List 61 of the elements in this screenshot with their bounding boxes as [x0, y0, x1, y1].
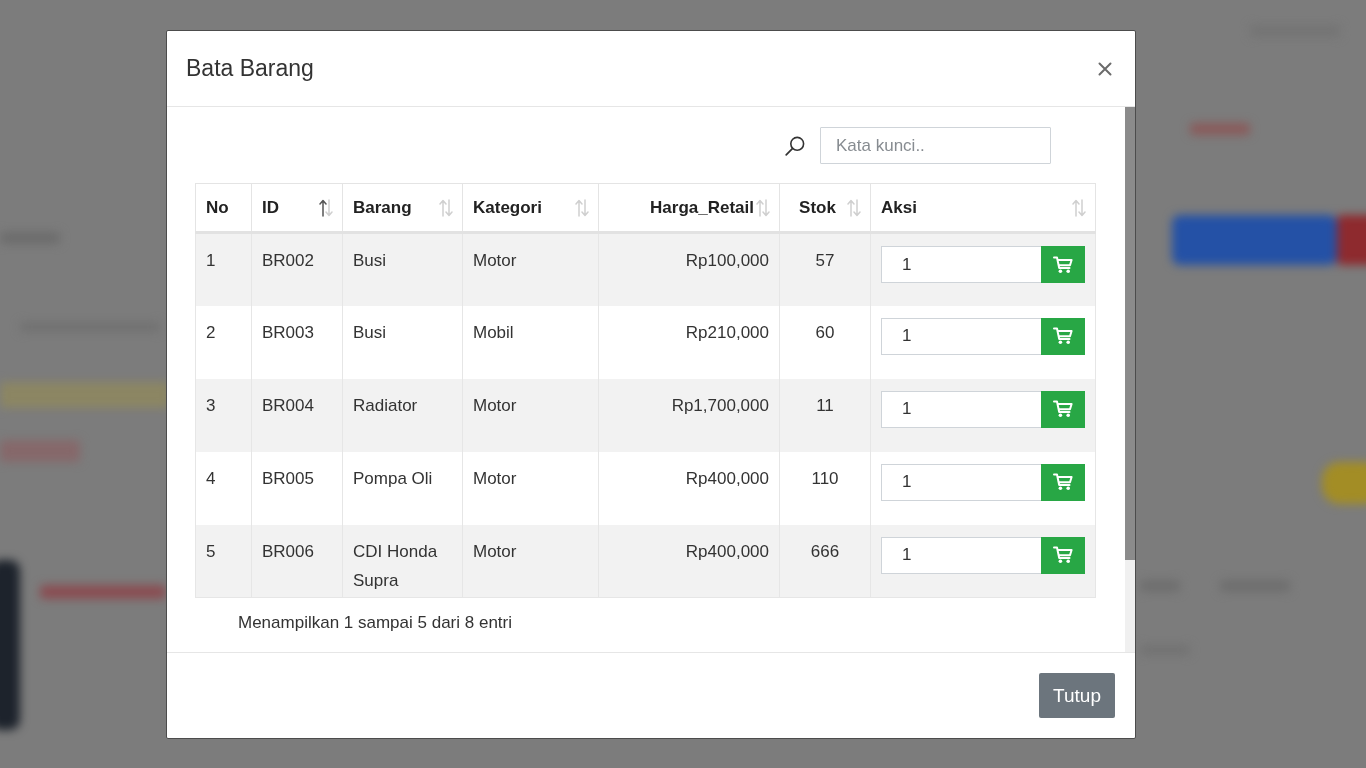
table-cell: Rp1,700,000 — [598, 378, 780, 452]
table-cell: 57 — [779, 232, 871, 306]
add-to-cart-button[interactable] — [1041, 317, 1085, 355]
add-to-cart-button[interactable] — [1041, 390, 1085, 428]
table-cell: Pompa Oli — [342, 451, 463, 525]
table-cell: 1 — [195, 232, 252, 306]
table-cell: Rp100,000 — [598, 232, 780, 306]
table-cell: Rp400,000 — [598, 524, 780, 598]
quantity-field[interactable]: 1 — [881, 463, 1041, 501]
table-cell: 11 — [779, 378, 871, 452]
table-cell: 60 — [779, 305, 871, 379]
quantity-field[interactable]: 1 — [881, 536, 1041, 574]
table-cell: CDI Honda Supra — [342, 524, 463, 598]
table-cell: 5 — [195, 524, 252, 598]
table-cell: Mobil — [462, 305, 599, 379]
dismiss-button[interactable]: Tutup — [1039, 673, 1115, 718]
column-header: No — [195, 183, 252, 233]
table-cell: 4 — [195, 451, 252, 525]
quantity-field[interactable]: 1 — [881, 317, 1041, 355]
search-icon — [785, 135, 805, 156]
table-cell: BR005 — [251, 451, 343, 525]
table-cell: 110 — [779, 451, 871, 525]
close-icon — [1098, 61, 1112, 76]
column-header[interactable]: Aksi — [870, 183, 1096, 233]
add-to-cart-button[interactable] — [1041, 463, 1085, 501]
cart-icon — [1053, 255, 1073, 274]
cart-icon — [1053, 473, 1073, 491]
table-cell: Motor — [462, 232, 599, 306]
column-header[interactable]: ID — [251, 183, 343, 233]
table-cell: BR006 — [251, 524, 343, 598]
table-cell: 3 — [195, 378, 252, 452]
add-to-cart-button[interactable] — [1041, 246, 1085, 283]
modal-title: Bata Barang — [186, 55, 314, 82]
column-header[interactable]: Stok — [779, 183, 871, 233]
table-cell: Motor — [462, 378, 599, 452]
scrollbar-thumb[interactable] — [1125, 107, 1135, 560]
entries-info-text: Menampilkan 1 sampai 5 dari 8 entri — [237, 612, 514, 634]
cart-icon — [1053, 546, 1073, 564]
table-cell: 2 — [195, 305, 252, 379]
table-cell: Rp400,000 — [598, 451, 780, 525]
table-cell: BR003 — [251, 305, 343, 379]
cart-icon — [1053, 327, 1073, 345]
table-cell: Radiator — [342, 378, 463, 452]
column-header[interactable]: Kategori — [462, 183, 599, 233]
table-cell: BR002 — [251, 232, 343, 306]
vertical-scrollbar[interactable] — [1125, 107, 1135, 652]
table-cell: Motor — [462, 451, 599, 525]
table-cell: Rp210,000 — [598, 305, 780, 379]
cart-icon — [1053, 400, 1073, 418]
table-cell: BR004 — [251, 378, 343, 452]
table-cell: Busi — [342, 305, 463, 379]
column-header[interactable]: Barang — [342, 183, 463, 233]
quantity-field[interactable]: 1 — [881, 390, 1041, 428]
table-cell: 666 — [779, 524, 871, 598]
close-button[interactable] — [1098, 61, 1112, 76]
table-cell: Busi — [342, 232, 463, 306]
search-field[interactable]: Kata kunci.. — [820, 127, 1051, 164]
quantity-field[interactable]: 1 — [881, 246, 1041, 283]
table-cell: Motor — [462, 524, 599, 598]
column-header[interactable]: Harga_Retail — [598, 183, 780, 233]
add-to-cart-button[interactable] — [1041, 536, 1085, 574]
